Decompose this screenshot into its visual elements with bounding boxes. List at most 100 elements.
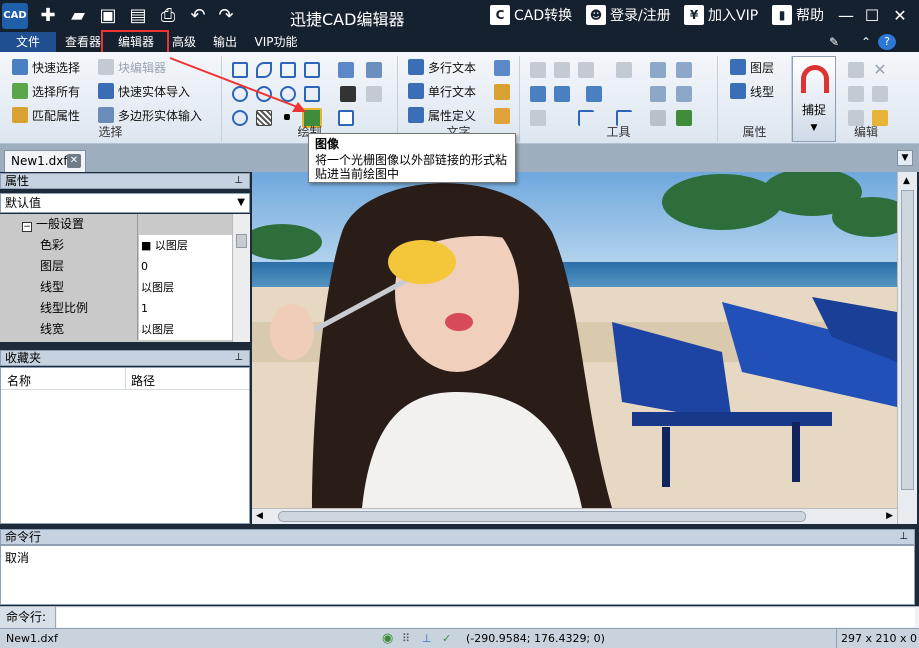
measure-dropdown-icon[interactable] xyxy=(586,86,602,102)
copy-icon[interactable] xyxy=(848,62,864,78)
ellipse-icon[interactable] xyxy=(280,86,296,102)
scroll-left-icon[interactable]: ◀ xyxy=(256,511,263,521)
new-file-icon[interactable]: ✚ xyxy=(36,4,60,28)
vip-button[interactable]: ¥ 加入VIP xyxy=(684,5,758,27)
group-label-props: 属性 xyxy=(742,125,767,139)
pin-icon[interactable]: ⊥ xyxy=(899,530,908,544)
move-icon[interactable] xyxy=(530,62,546,78)
document-tab[interactable]: New1.dxf ✕ xyxy=(4,150,86,172)
canvas-vertical-scrollbar[interactable]: ▲ xyxy=(897,172,917,524)
block-dropdown-icon[interactable] xyxy=(366,86,382,102)
tooltip-body: 将一个光栅图像以外部链接的形式粘贴进当前绘图中 xyxy=(315,153,508,181)
snap-label: 捕捉 xyxy=(801,103,826,117)
property-row[interactable]: 线宽 以图层 xyxy=(0,319,232,340)
text-style-icon[interactable] xyxy=(494,60,510,76)
login-button[interactable]: ☻ 登录/注册 xyxy=(586,5,671,27)
cad-badge-icon: C xyxy=(490,5,510,25)
tab-close-icon[interactable]: ✕ xyxy=(67,154,81,168)
maximize-icon[interactable]: ☐ xyxy=(860,4,884,28)
properties-panel-title: 属性 ⊥ xyxy=(0,173,250,189)
copy-tool-icon[interactable] xyxy=(650,62,666,78)
save-icon[interactable]: ▣ xyxy=(96,4,120,28)
menu-output[interactable]: 输出 xyxy=(206,32,244,52)
collapse-icon[interactable]: − xyxy=(22,222,32,232)
mtext-button[interactable]: 多行文本 xyxy=(408,58,476,78)
block-editor-button[interactable]: 块编辑器 xyxy=(98,58,166,78)
polar-icon[interactable]: ✓ xyxy=(442,629,458,648)
text-edit-icon[interactable] xyxy=(494,84,510,100)
property-section[interactable]: − 一般设置 xyxy=(0,214,232,235)
property-row[interactable]: 色彩 ■ 以图层 xyxy=(0,235,232,256)
snap-button[interactable]: 捕捉 ▼ xyxy=(792,56,836,142)
delete-icon[interactable]: ✕ xyxy=(872,62,888,78)
column-name[interactable]: 名称 xyxy=(7,372,31,389)
cad-convert-button[interactable]: C CAD转换 xyxy=(490,5,572,27)
text-pencil-icon[interactable] xyxy=(494,108,510,124)
menu-advanced[interactable]: 高级 xyxy=(166,32,202,52)
pin-icon[interactable]: ⊥ xyxy=(234,351,243,365)
scroll-thumb[interactable] xyxy=(278,511,806,522)
quick-entity-import-button[interactable]: 快速实体导入 xyxy=(98,82,190,102)
paste-icon[interactable] xyxy=(872,86,888,102)
join-icon[interactable] xyxy=(650,86,666,102)
insert-block-icon[interactable] xyxy=(338,62,354,78)
point-icon[interactable] xyxy=(284,114,290,120)
menu-vip[interactable]: VIP功能 xyxy=(248,32,304,52)
polyline-icon[interactable] xyxy=(304,62,320,78)
scale-icon[interactable] xyxy=(676,62,692,78)
canvas-horizontal-scrollbar[interactable]: ◀ ▶ xyxy=(252,508,897,524)
arc-icon[interactable] xyxy=(256,86,272,102)
drawing-canvas[interactable] xyxy=(252,172,897,508)
line-icon[interactable] xyxy=(232,62,248,78)
redo-icon[interactable]: ↷ xyxy=(214,4,238,28)
donut-icon[interactable] xyxy=(304,86,320,102)
explode-icon[interactable] xyxy=(530,86,546,102)
group-label-edit: 编辑 xyxy=(853,125,878,139)
rectangle-icon[interactable] xyxy=(280,62,296,78)
tab-list-dropdown-icon[interactable]: ▼ xyxy=(897,150,913,166)
command-input[interactable] xyxy=(57,608,915,627)
undo-icon[interactable]: ↶ xyxy=(186,4,210,28)
break-icon[interactable] xyxy=(676,86,692,102)
stext-button[interactable]: 单行文本 xyxy=(408,82,476,102)
mirror-icon[interactable] xyxy=(578,62,594,78)
scroll-right-icon[interactable]: ▶ xyxy=(886,511,893,521)
minimize-icon[interactable]: — xyxy=(834,4,858,28)
cut-icon[interactable] xyxy=(848,86,864,102)
offset-icon[interactable] xyxy=(554,86,570,102)
snap-status-icon[interactable]: ◉ xyxy=(382,629,398,648)
grid-icon[interactable]: ⠿ xyxy=(402,629,418,648)
array-dropdown-icon[interactable] xyxy=(616,62,632,78)
rotate-icon[interactable] xyxy=(554,62,570,78)
properties-scrollbar[interactable] xyxy=(232,214,250,342)
property-row[interactable]: 线型比例 1 xyxy=(0,298,232,319)
select-dropdown-icon[interactable] xyxy=(366,62,382,78)
linetype-button[interactable]: 线型 xyxy=(730,82,774,102)
pen-draw-icon[interactable] xyxy=(340,86,356,102)
pen-icon[interactable]: ✎ xyxy=(824,32,844,52)
property-row[interactable]: 线型 以图层 xyxy=(0,277,232,298)
quick-select-button[interactable]: 快速选择 xyxy=(12,58,80,78)
pin-icon[interactable]: ⊥ xyxy=(234,174,243,188)
scroll-up-icon[interactable]: ▲ xyxy=(903,176,910,186)
menu-file[interactable]: 文件 xyxy=(0,32,56,52)
print-icon[interactable]: ⎙ xyxy=(156,4,180,28)
spline-icon[interactable] xyxy=(256,62,272,78)
scroll-thumb[interactable] xyxy=(901,190,914,490)
property-row[interactable]: 图层 0 xyxy=(0,256,232,277)
help-button[interactable]: ▮ 帮助 xyxy=(772,5,824,27)
layer-button[interactable]: 图层 xyxy=(730,58,774,78)
close-icon[interactable]: ✕ xyxy=(888,4,912,28)
open-folder-icon[interactable]: ▰ xyxy=(66,4,90,28)
ortho-icon[interactable]: ⊥ xyxy=(422,629,438,648)
tooltip-title: 图像 xyxy=(315,137,340,151)
menu-viewer[interactable]: 查看器 xyxy=(60,32,106,52)
help-circle-icon[interactable]: ? xyxy=(878,34,896,50)
properties-selector[interactable]: 默认值 ▼ xyxy=(0,193,250,213)
scroll-thumb[interactable] xyxy=(236,234,247,248)
save-as-icon[interactable]: ▤ xyxy=(126,4,150,28)
select-all-button[interactable]: 选择所有 xyxy=(12,82,80,102)
circle-icon[interactable] xyxy=(232,86,248,102)
collapse-ribbon-icon[interactable]: ⌃ xyxy=(856,32,876,52)
column-path[interactable]: 路径 xyxy=(131,372,155,389)
